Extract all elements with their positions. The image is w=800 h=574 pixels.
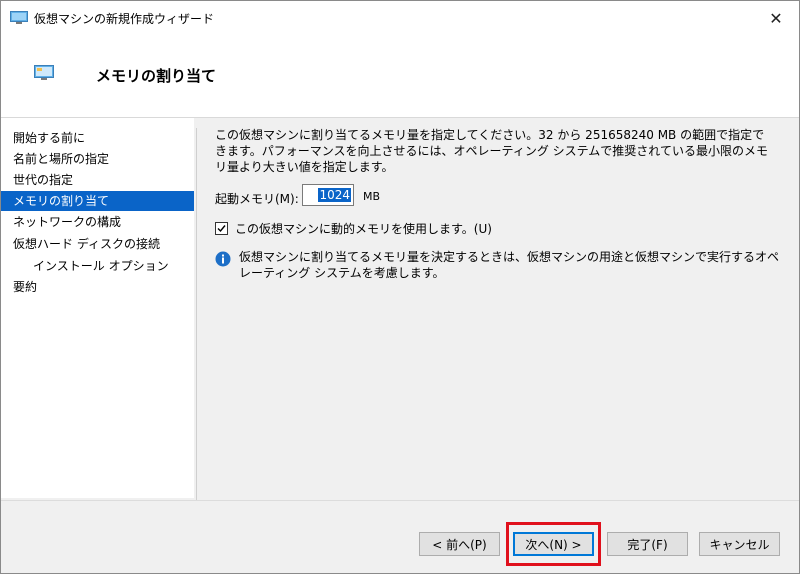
startup-memory-value: 1024 (318, 188, 351, 202)
dynamic-memory-row[interactable]: この仮想マシンに動的メモリを使用します。(U) (215, 220, 492, 236)
nav-item-virtual-disk[interactable]: 仮想ハード ディスクの接続 (1, 234, 194, 254)
check-icon (217, 224, 226, 232)
nav-item-summary[interactable]: 要約 (1, 277, 194, 297)
memory-description: この仮想マシンに割り当てるメモリ量を指定してください。32 から 2516582… (215, 128, 768, 174)
main-content: この仮想マシンに割り当てるメモリ量を指定してください。32 から 2516582… (201, 118, 799, 498)
nav-item-name-location[interactable]: 名前と場所の指定 (1, 149, 194, 169)
window-title: 仮想マシンの新規作成ウィザード (34, 12, 215, 26)
monitor-icon (34, 65, 54, 81)
wizard-window: 仮想マシンの新規作成ウィザード ✕ メモリの割り当て 開始する前に 名前と場所の… (0, 0, 800, 574)
info-icon (215, 251, 231, 267)
nav-item-install-options[interactable]: インストール オプション (1, 256, 194, 276)
title-bar: 仮想マシンの新規作成ウィザード ✕ (1, 1, 799, 35)
startup-memory-label: 起動メモリ(M): (215, 192, 299, 206)
next-button-highlight (506, 522, 601, 566)
nav-item-generation[interactable]: 世代の指定 (1, 170, 194, 190)
page-header: メモリの割り当て (1, 35, 799, 118)
nav-item-network[interactable]: ネットワークの構成 (1, 212, 194, 232)
button-bar: < 前へ(P) 次へ(N) > 完了(F) キャンセル (1, 500, 799, 573)
startup-memory-unit: MB (363, 190, 381, 203)
cancel-button[interactable]: キャンセル (699, 532, 780, 556)
wizard-step-nav: 開始する前に 名前と場所の指定 世代の指定 メモリの割り当て ネットワークの構成… (1, 118, 194, 498)
page-title: メモリの割り当て (96, 67, 217, 85)
nav-item-before-you-begin[interactable]: 開始する前に (1, 128, 194, 148)
nav-divider (196, 128, 197, 500)
prev-button[interactable]: < 前へ(P) (419, 532, 500, 556)
nav-item-memory[interactable]: メモリの割り当て (1, 191, 194, 211)
startup-memory-input[interactable]: 1024 (302, 184, 354, 206)
monitor-icon (10, 11, 28, 25)
close-icon[interactable]: ✕ (753, 1, 799, 35)
dynamic-memory-checkbox[interactable] (215, 221, 228, 235)
dynamic-memory-label[interactable]: この仮想マシンに動的メモリを使用します。(U) (235, 220, 492, 237)
info-text: 仮想マシンに割り当てるメモリ量を決定するときは、仮想マシンの用途と仮想マシンで実… (239, 250, 780, 280)
finish-button[interactable]: 完了(F) (607, 532, 688, 556)
